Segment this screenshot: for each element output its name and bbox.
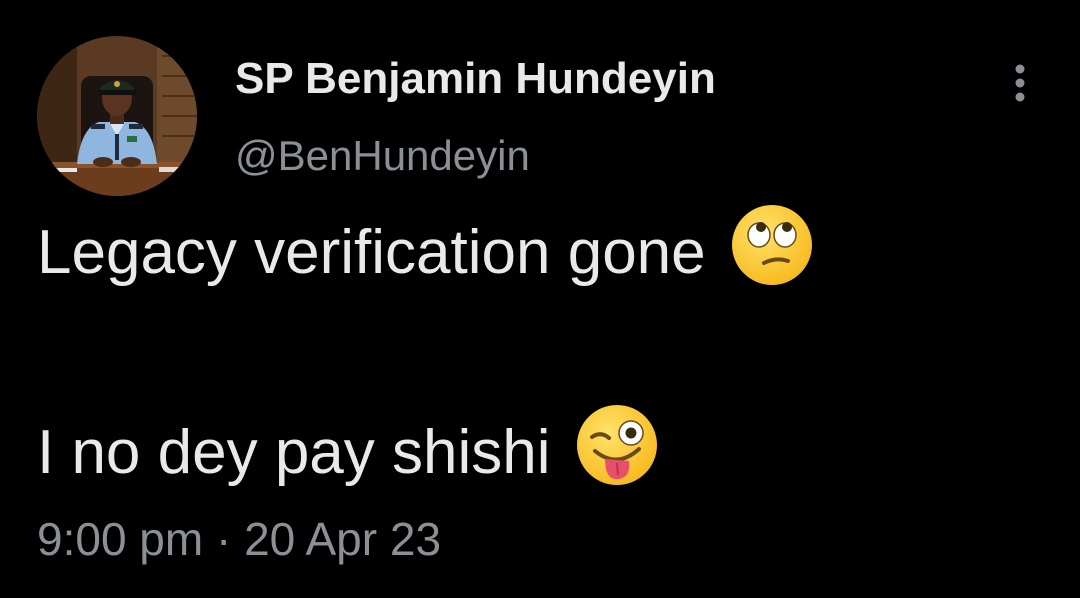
tweet-text: I no dey pay shishi <box>37 417 551 487</box>
user-handle[interactable]: @BenHundeyin <box>235 132 530 180</box>
profile-photo-avatar-icon <box>37 36 197 196</box>
more-options-button[interactable] <box>998 58 1042 108</box>
face-with-rolling-eyes-icon <box>730 203 814 302</box>
tweet-card: SP Benjamin Hundeyin @BenHundeyin Legacy… <box>0 0 1080 598</box>
vertical-ellipsis-icon <box>1015 64 1025 102</box>
avatar[interactable] <box>37 36 197 196</box>
tweet-text: Legacy verification gone <box>37 217 706 287</box>
user-display-name[interactable]: SP Benjamin Hundeyin <box>235 54 716 104</box>
tweet-text-line-2: I no dey pay shishi <box>37 404 659 492</box>
tweet-timestamp[interactable]: 9:00 pm · 20 Apr 23 <box>37 512 441 566</box>
tweet-text-line-1: Legacy verification gone <box>37 204 814 292</box>
winking-face-with-tongue-icon <box>575 403 659 502</box>
